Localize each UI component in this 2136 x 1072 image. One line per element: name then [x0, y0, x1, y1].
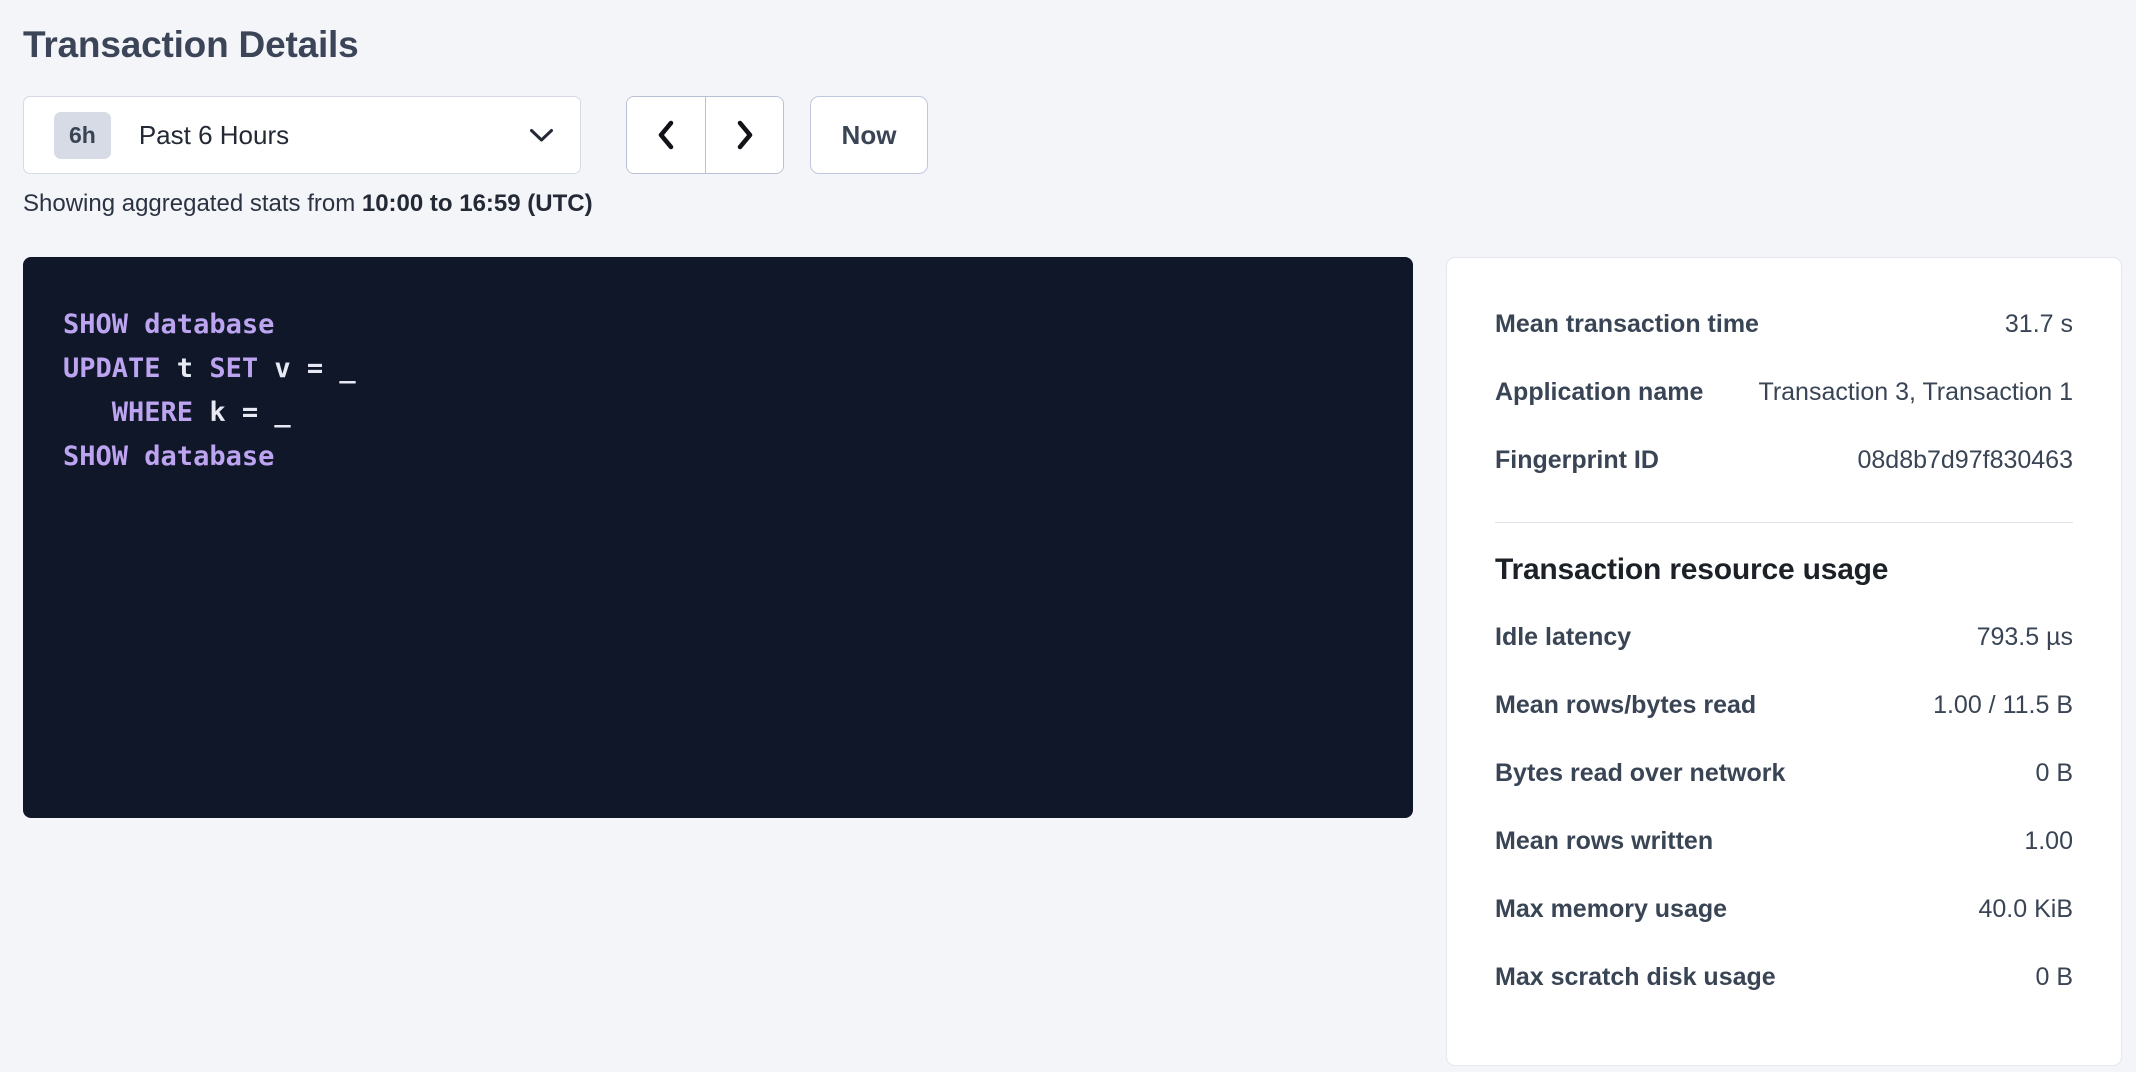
sql-code-line: WHERE k = _	[63, 391, 1373, 435]
resource-rows: Idle latency 793.5 µs Mean rows/bytes read…	[1495, 603, 2073, 1011]
stat-label: Fingerprint ID	[1495, 446, 1659, 475]
stat-label: Max scratch disk usage	[1495, 963, 1776, 992]
stat-value: 793.5 µs	[1977, 623, 2073, 652]
stat-row: Bytes read over network 0 B	[1495, 739, 2073, 807]
chevron-left-icon	[654, 118, 678, 152]
chevron-down-icon	[529, 128, 554, 143]
main-content: SHOW databaseUPDATE t SET v = _ WHERE k …	[23, 257, 2122, 1066]
stat-value: 40.0 KiB	[1978, 895, 2073, 924]
stat-row: Idle latency 793.5 µs	[1495, 603, 2073, 671]
aggregated-stats-prefix: Showing aggregated stats from	[23, 190, 362, 217]
sql-statement-box: SHOW databaseUPDATE t SET v = _ WHERE k …	[23, 257, 1413, 818]
stat-value: 31.7 s	[2005, 310, 2073, 339]
stat-label: Bytes read over network	[1495, 759, 1785, 788]
time-controls: 6h Past 6 Hours	[23, 96, 2122, 174]
resource-usage-heading: Transaction resource usage	[1495, 553, 2073, 587]
summary-rows: Mean transaction time 31.7 s Application n…	[1495, 290, 2073, 494]
stat-row: Fingerprint ID 08d8b7d97f830463	[1495, 426, 2073, 494]
stat-row: Mean rows/bytes read 1.00 / 11.5 B	[1495, 671, 2073, 739]
stat-label: Max memory usage	[1495, 895, 1727, 924]
aggregated-stats-range: Showing aggregated stats from 10:00 to 1…	[23, 190, 2122, 218]
stat-label: Mean transaction time	[1495, 310, 1759, 339]
stat-row: Mean transaction time 31.7 s	[1495, 290, 2073, 358]
time-range-selected-label: Past 6 Hours	[139, 120, 289, 151]
now-button[interactable]: Now	[810, 96, 928, 174]
stat-label: Mean rows/bytes read	[1495, 691, 1756, 720]
stat-row: Mean rows written 1.00	[1495, 807, 2073, 875]
stat-label: Mean rows written	[1495, 827, 1713, 856]
stat-value: 0 B	[2035, 759, 2073, 788]
time-range-dropdown[interactable]: 6h Past 6 Hours	[23, 96, 581, 174]
card-divider	[1495, 522, 2073, 523]
aggregated-stats-time-range: 10:00 to 16:59 (UTC)	[362, 190, 593, 217]
previous-time-window-button[interactable]	[627, 97, 705, 173]
sql-code-line: SHOW database	[63, 303, 1373, 347]
stat-value: Transaction 3, Transaction 1	[1758, 378, 2073, 407]
stat-label: Application name	[1495, 378, 1703, 407]
stat-value: 1.00	[2024, 827, 2073, 856]
stat-label: Idle latency	[1495, 623, 1631, 652]
stat-value: 0 B	[2035, 963, 2073, 992]
stat-value: 1.00 / 11.5 B	[1933, 691, 2073, 720]
transaction-stats-card: Mean transaction time 31.7 s Application n…	[1446, 257, 2122, 1066]
time-range-badge: 6h	[54, 112, 111, 159]
stat-row: Application name Transaction 3, Transacti…	[1495, 358, 2073, 426]
sql-code: SHOW databaseUPDATE t SET v = _ WHERE k …	[63, 303, 1373, 479]
page-title: Transaction Details	[23, 24, 2122, 66]
transaction-details-page: Transaction Details 6h Past 6 Hours	[0, 0, 2136, 1066]
stat-value: 08d8b7d97f830463	[1857, 446, 2073, 475]
sql-code-line: UPDATE t SET v = _	[63, 347, 1373, 391]
chevron-right-icon	[733, 118, 757, 152]
stat-row: Max memory usage 40.0 KiB	[1495, 875, 2073, 943]
stat-row: Max scratch disk usage 0 B	[1495, 943, 2073, 1011]
next-time-window-button[interactable]	[705, 97, 783, 173]
time-window-arrow-group	[626, 96, 784, 174]
sql-code-line: SHOW database	[63, 435, 1373, 479]
